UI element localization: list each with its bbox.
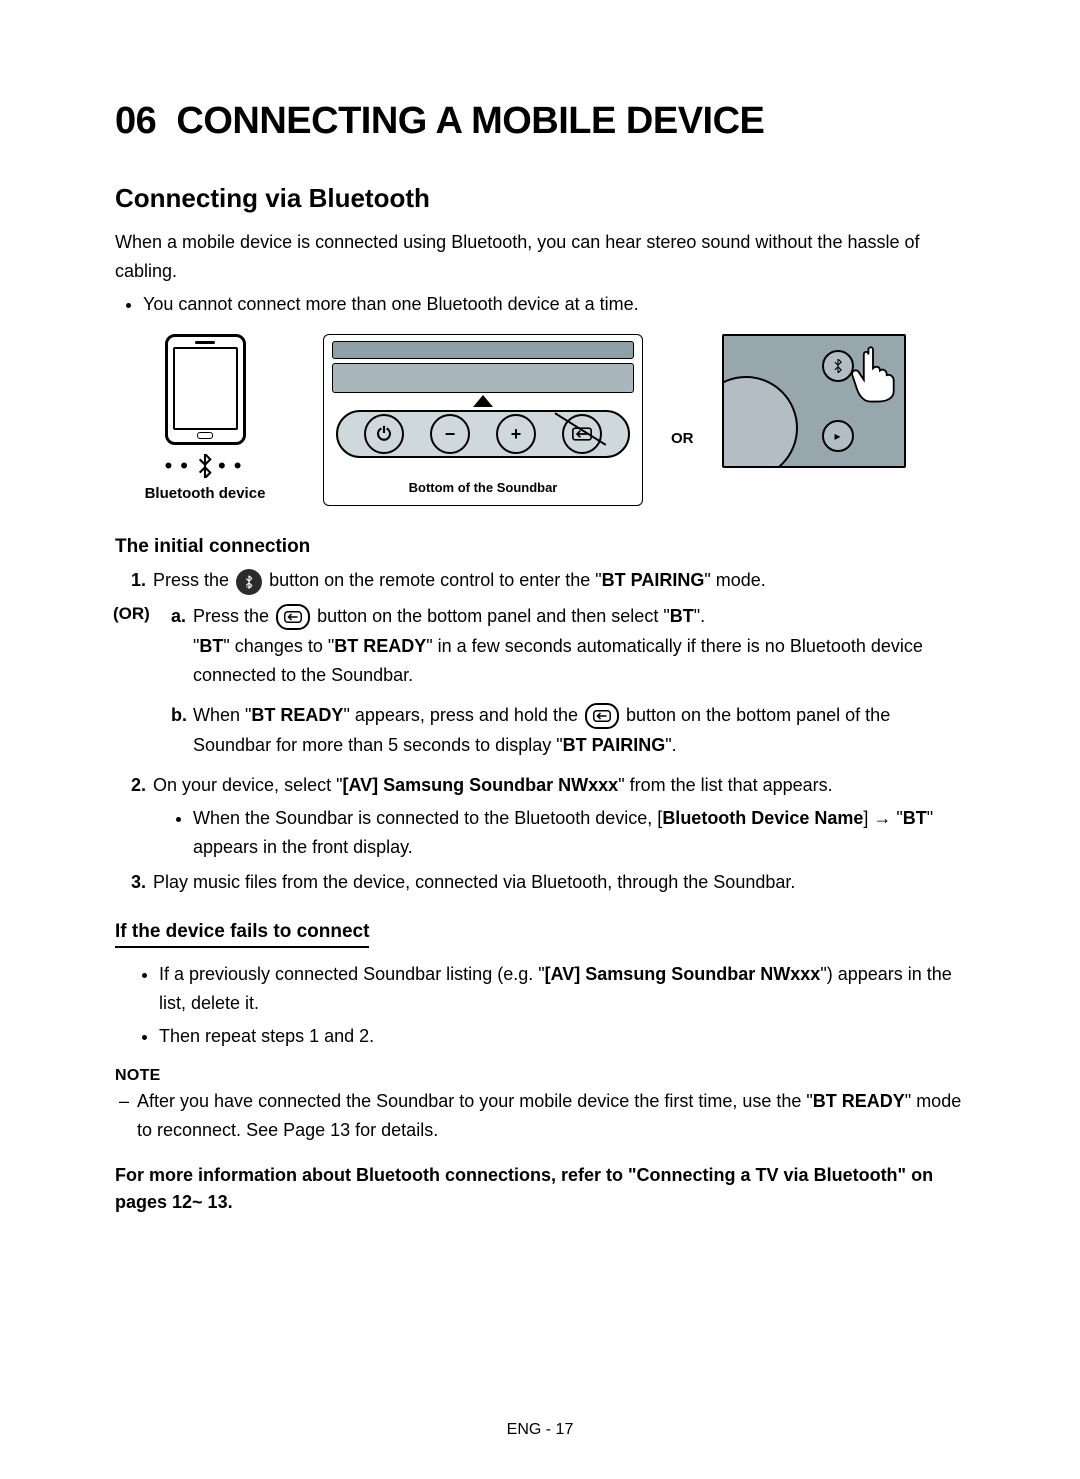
arrow-up-icon bbox=[473, 395, 493, 407]
phone-icon bbox=[165, 334, 246, 445]
svg-text:PAIR: PAIR bbox=[246, 586, 252, 589]
or-inline-label: (OR) bbox=[113, 604, 150, 624]
section-title-text: CONNECTING A MOBILE DEVICE bbox=[176, 100, 764, 142]
step-2-sub-bullets: When the Soundbar is connected to the Bl… bbox=[153, 804, 965, 862]
more-info-paragraph: For more information about Bluetooth con… bbox=[115, 1162, 965, 1216]
step-2: On your device, select "[AV] Samsung Sou… bbox=[131, 771, 965, 862]
intro-bullets: You cannot connect more than one Bluetoo… bbox=[115, 290, 965, 319]
hand-pointer-icon bbox=[850, 344, 896, 404]
fails-bullet-2: Then repeat steps 1 and 2. bbox=[159, 1022, 965, 1051]
or-label: OR bbox=[671, 430, 694, 447]
power-button-icon: ⏻ bbox=[364, 414, 404, 454]
intro-paragraph: When a mobile device is connected using … bbox=[115, 228, 965, 286]
intro-bullet-1: You cannot connect more than one Bluetoo… bbox=[143, 290, 965, 319]
source-button-inline-icon bbox=[585, 703, 619, 729]
step-3: Play music files from the device, connec… bbox=[131, 868, 965, 898]
note-item-1: After you have connected the Soundbar to… bbox=[115, 1087, 965, 1145]
fails-heading: If the device fails to connect bbox=[115, 921, 369, 948]
section-number: 06 bbox=[115, 100, 156, 142]
bluetooth-signal-icon: •• •• bbox=[115, 453, 295, 479]
play-pause-button-icon: ▸ bbox=[822, 420, 854, 452]
fails-bullet-1: If a previously connected Soundbar listi… bbox=[159, 960, 965, 1018]
volume-up-button-icon: + bbox=[496, 414, 536, 454]
initial-connection-heading: The initial connection bbox=[115, 536, 965, 558]
page-footer: ENG - 17 bbox=[0, 1421, 1080, 1439]
note-list: After you have connected the Soundbar to… bbox=[115, 1087, 965, 1145]
phone-label: Bluetooth device bbox=[115, 485, 295, 502]
bluetooth-pair-remote-button-icon: PAIR bbox=[236, 569, 262, 595]
volume-down-button-icon: − bbox=[430, 414, 470, 454]
soundbar-illustration: ⏻ − + Bottom of the Soundbar bbox=[323, 334, 643, 506]
soundbar-column: ⏻ − + Bottom of the Soundbar bbox=[323, 334, 643, 506]
initial-steps-continued: On your device, select "[AV] Samsung Sou… bbox=[115, 771, 965, 898]
soundbar-touch-illustration: ▸ bbox=[722, 334, 906, 468]
section-title: 06 CONNECTING A MOBILE DEVICE bbox=[115, 100, 965, 143]
connection-diagram: •• •• Bluetooth device ⏻ − + bbox=[115, 334, 965, 506]
step1-alternatives: a. Press the button on the bottom panel … bbox=[115, 602, 965, 760]
manual-page: 06 CONNECTING A MOBILE DEVICE Connecting… bbox=[0, 0, 1080, 1479]
soundbar-bottom-panel: ⏻ − + bbox=[336, 410, 630, 458]
step-1a: a. Press the button on the bottom panel … bbox=[171, 602, 965, 691]
fails-bullets: If a previously connected Soundbar listi… bbox=[115, 960, 965, 1050]
step-1: Press the PAIR button on the remote cont… bbox=[131, 566, 965, 596]
phone-column: •• •• Bluetooth device bbox=[115, 334, 295, 502]
note-label: NOTE bbox=[115, 1067, 965, 1085]
source-button-inline-icon bbox=[276, 604, 310, 630]
step-1b: b. When "BT READY" appears, press and ho… bbox=[171, 701, 965, 760]
step-2-sub-1: When the Soundbar is connected to the Bl… bbox=[193, 804, 965, 862]
initial-steps-list: Press the PAIR button on the remote cont… bbox=[115, 566, 965, 596]
subsection-title: Connecting via Bluetooth bbox=[115, 183, 965, 214]
